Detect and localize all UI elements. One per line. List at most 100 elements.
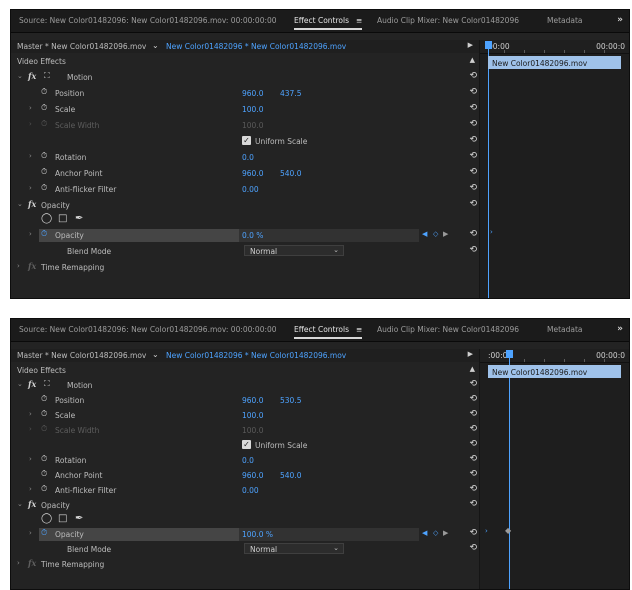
reset-icon[interactable]: ⟲	[469, 484, 477, 494]
anchor-x-value[interactable]: 960.0	[242, 471, 263, 480]
reset-icon[interactable]: ⟲	[469, 543, 477, 553]
position-x-value[interactable]: 960.0	[242, 89, 263, 98]
stopwatch-icon[interactable]: ⏱	[41, 394, 47, 404]
twirl-closed-icon[interactable]: ›	[29, 230, 32, 238]
twirl-closed-icon[interactable]: ›	[29, 104, 32, 112]
scale-value[interactable]: 100.0	[242, 411, 263, 420]
twirl-closed-icon[interactable]: ›	[17, 262, 20, 270]
next-keyframe-icon[interactable]: ▶	[443, 529, 448, 537]
playhead-handle[interactable]	[485, 41, 492, 49]
tab-source[interactable]: Source: New Color01482096: New Color0148…	[19, 325, 277, 334]
stopwatch-icon[interactable]: ⏱	[41, 409, 47, 419]
reset-icon[interactable]: ⟲	[469, 151, 477, 161]
next-keyframe-icon[interactable]: ▶	[443, 230, 448, 238]
stopwatch-icon[interactable]: ⏱	[41, 454, 47, 464]
reset-icon[interactable]: ⟲	[469, 394, 477, 404]
chevron-down-icon[interactable]: ⌄	[152, 41, 159, 50]
blend-mode-dropdown[interactable]: Normal ⌄	[244, 543, 344, 554]
effect-row-motion[interactable]: ⌄ fx ⛶ Motion ⟲	[11, 378, 479, 393]
overflow-tabs-icon[interactable]: »	[617, 15, 623, 25]
stopwatch-icon[interactable]: ⏱	[41, 183, 47, 193]
fx-icon[interactable]: fx	[28, 71, 36, 81]
keyframe-diamond-icon[interactable]: ◆	[505, 526, 511, 535]
timeline-view[interactable]: :00:00 00:00:0 New Color01482096.mov › ◆	[479, 349, 629, 589]
reset-icon[interactable]: ⟲	[469, 499, 477, 509]
tab-source[interactable]: Source: New Color01482096: New Color0148…	[19, 16, 277, 25]
stopwatch-icon[interactable]: ⏱	[41, 528, 47, 538]
uniform-scale-checkbox[interactable]: ✓	[242, 440, 251, 449]
reset-icon[interactable]: ⟲	[469, 245, 477, 255]
anchor-y-value[interactable]: 540.0	[280, 471, 301, 480]
reset-icon[interactable]: ⟲	[469, 119, 477, 129]
reset-icon[interactable]: ⟲	[469, 379, 477, 389]
blend-mode-dropdown[interactable]: Normal ⌄	[244, 245, 344, 256]
effect-row-opacity[interactable]: ⌄ fx Opacity ⟲	[11, 498, 479, 513]
twirl-closed-icon[interactable]: ›	[29, 529, 32, 537]
panel-menu-icon[interactable]: ≡	[356, 325, 362, 334]
reset-icon[interactable]: ⟲	[469, 409, 477, 419]
scroll-up-icon[interactable]: ▲	[470, 365, 475, 373]
sequence-clip-tab[interactable]: New Color01482096 * New Color01482096.mo…	[166, 42, 346, 51]
twirl-closed-icon[interactable]: ›	[29, 455, 32, 463]
timeline-view[interactable]: 00:00 00:00:0 New Color01482096.mov ›	[479, 40, 629, 298]
tab-effect-controls[interactable]: Effect Controls ≡	[294, 16, 362, 25]
rotation-value[interactable]: 0.0	[242, 153, 254, 162]
reset-icon[interactable]: ⟲	[469, 229, 477, 239]
reset-icon[interactable]: ⟲	[469, 424, 477, 434]
add-keyframe-icon[interactable]: ◇	[433, 230, 438, 238]
play-only-clip-audio-icon[interactable]: ▶	[468, 350, 473, 358]
reset-icon[interactable]: ⟲	[469, 135, 477, 145]
stopwatch-icon[interactable]: ⏱	[41, 103, 47, 113]
effect-row-time-remapping[interactable]: › fx Time Remapping	[11, 557, 479, 572]
twirl-open-icon[interactable]: ⌄	[17, 500, 23, 508]
rotation-value[interactable]: 0.0	[242, 456, 254, 465]
reset-icon[interactable]: ⟲	[469, 469, 477, 479]
sequence-clip-tab[interactable]: New Color01482096 * New Color01482096.mo…	[166, 351, 346, 360]
twirl-closed-icon[interactable]: ›	[29, 184, 32, 192]
previous-keyframe-icon[interactable]: ◀	[422, 230, 427, 238]
fx-icon[interactable]: fx	[28, 379, 36, 389]
twirl-closed-icon[interactable]: ›	[17, 559, 20, 567]
stopwatch-icon[interactable]: ⏱	[41, 484, 47, 494]
anti-flicker-value[interactable]: 0.00	[242, 486, 259, 495]
twirl-open-icon[interactable]: ⌄	[17, 72, 23, 80]
ellipse-mask-icon[interactable]: ◯	[41, 213, 52, 224]
effect-row-time-remapping[interactable]: › fx Time Remapping	[11, 260, 479, 275]
time-ruler[interactable]: :00:00 00:00:0	[480, 349, 629, 363]
twirl-open-icon[interactable]: ⌄	[17, 200, 23, 208]
reset-icon[interactable]: ⟲	[469, 183, 477, 193]
effect-row-motion[interactable]: ⌄ fx ⛶ Motion ⟲	[11, 70, 479, 85]
ellipse-mask-icon[interactable]: ◯	[41, 513, 52, 524]
effect-row-opacity[interactable]: ⌄ fx Opacity ⟲	[11, 198, 479, 213]
rectangle-mask-icon[interactable]: □	[58, 513, 67, 524]
pen-mask-icon[interactable]: ✒	[75, 213, 83, 224]
add-keyframe-icon[interactable]: ◇	[433, 529, 438, 537]
previous-keyframe-icon[interactable]: ◀	[422, 529, 427, 537]
reset-icon[interactable]: ⟲	[469, 454, 477, 464]
reset-icon[interactable]: ⟲	[469, 167, 477, 177]
fx-icon[interactable]: fx	[28, 199, 36, 209]
reset-icon[interactable]: ⟲	[469, 528, 477, 538]
tab-audio-clip-mixer[interactable]: Audio Clip Mixer: New Color01482096	[377, 16, 519, 25]
anchor-y-value[interactable]: 540.0	[280, 169, 301, 178]
pen-mask-icon[interactable]: ✒	[75, 513, 83, 524]
overflow-tabs-icon[interactable]: »	[617, 324, 623, 334]
tab-audio-clip-mixer[interactable]: Audio Clip Mixer: New Color01482096	[377, 325, 519, 334]
play-only-clip-audio-icon[interactable]: ▶	[468, 41, 473, 49]
stopwatch-icon[interactable]: ⏱	[41, 167, 47, 177]
position-x-value[interactable]: 960.0	[242, 396, 263, 405]
position-y-value[interactable]: 530.5	[280, 396, 301, 405]
tab-effect-controls[interactable]: Effect Controls ≡	[294, 325, 362, 334]
stopwatch-icon[interactable]: ⏱	[41, 229, 47, 239]
opacity-value[interactable]: 100.0 %	[242, 530, 273, 539]
master-clip-tab[interactable]: Master * New Color01482096.mov	[17, 42, 146, 51]
motion-transform-icon[interactable]: ⛶	[44, 379, 50, 389]
stopwatch-icon[interactable]: ⏱	[41, 151, 47, 161]
reset-icon[interactable]: ⟲	[469, 439, 477, 449]
playhead-handle[interactable]	[506, 350, 513, 358]
reset-icon[interactable]: ⟲	[469, 199, 477, 209]
twirl-closed-icon[interactable]: ›	[29, 152, 32, 160]
tab-metadata[interactable]: Metadata	[547, 325, 583, 334]
master-clip-tab[interactable]: Master * New Color01482096.mov	[17, 351, 146, 360]
stopwatch-icon[interactable]: ⏱	[41, 469, 47, 479]
